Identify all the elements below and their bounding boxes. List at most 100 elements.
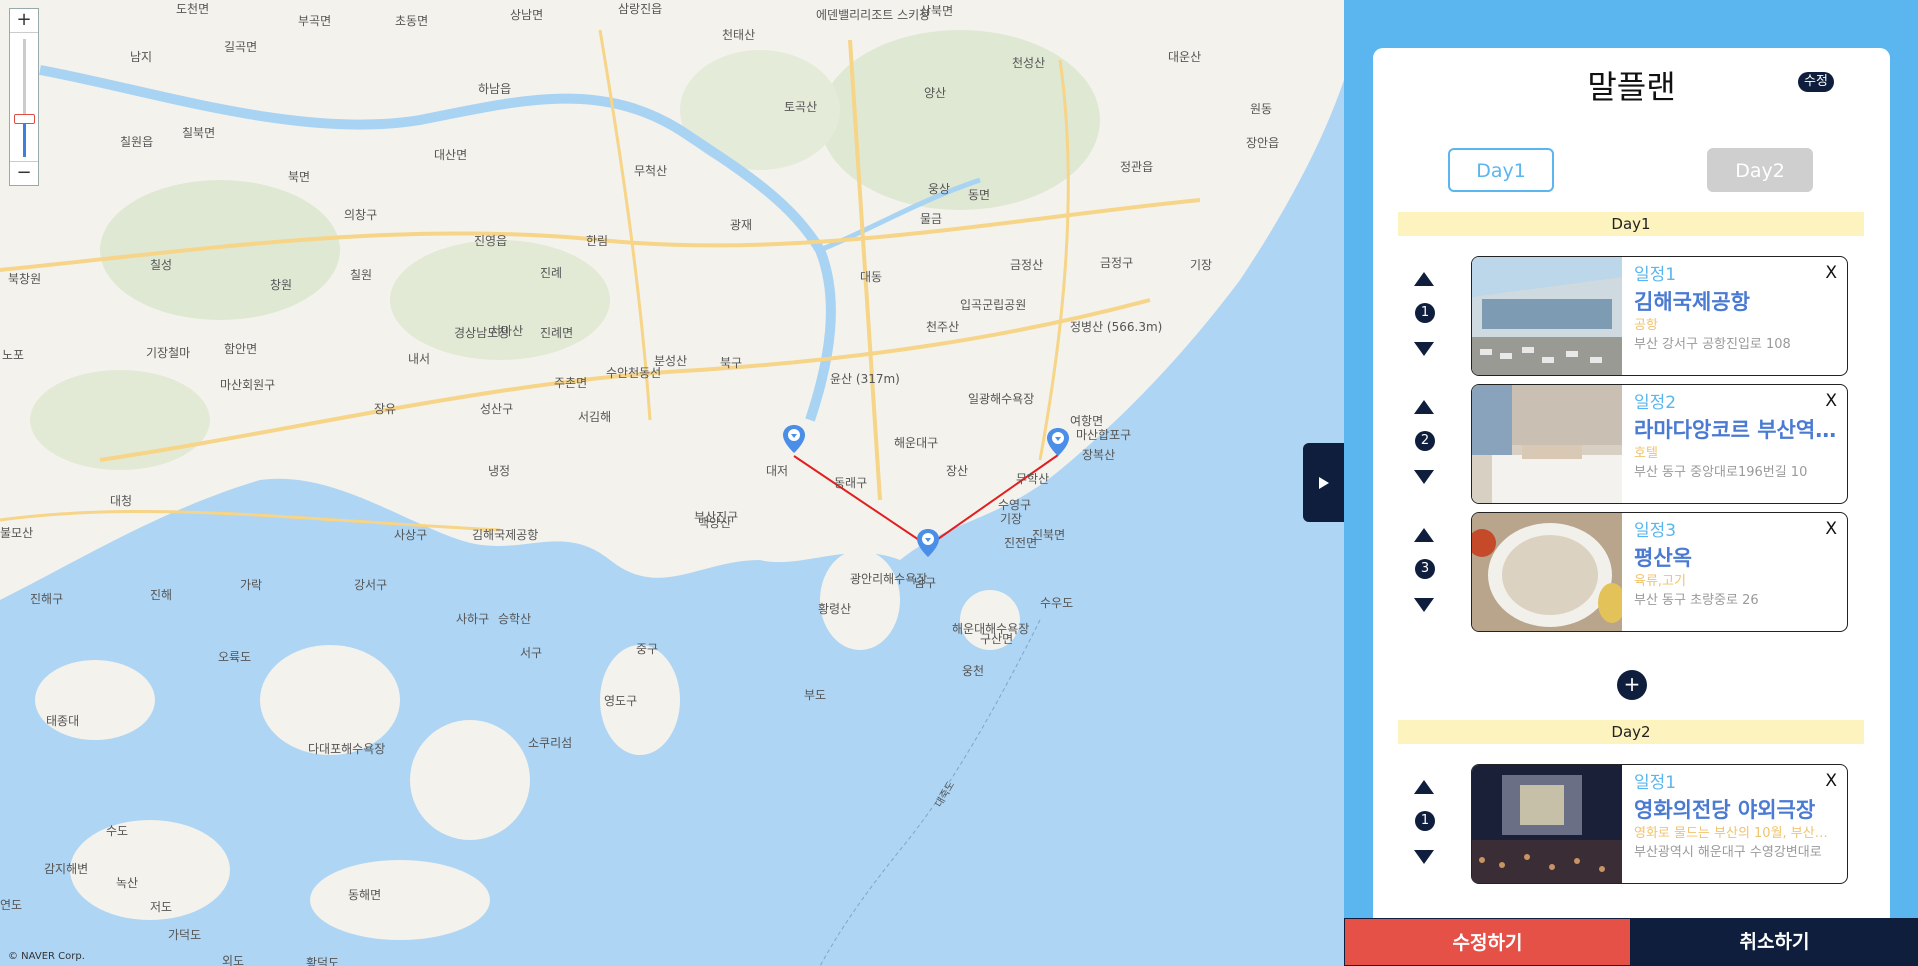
map-label: 정병산 (566.3m): [1070, 320, 1163, 334]
order-number: 2: [1415, 431, 1435, 451]
zoom-in-button[interactable]: +: [10, 9, 38, 33]
map-label: 광재: [730, 218, 753, 232]
map-label: 오륙도: [218, 650, 252, 664]
schedule-item: 1 일정1 영화의전당 야외극장 영화로 물드는 부산의 10월, 부산국제영화…: [1373, 764, 1890, 884]
zoom-slider-handle[interactable]: [14, 114, 35, 125]
tab-day1[interactable]: Day1: [1448, 148, 1554, 192]
map-copyright: © NAVER Corp.: [8, 951, 85, 962]
map-label: 수안천동선: [606, 366, 662, 380]
panel-toggle-button[interactable]: [1303, 443, 1344, 522]
play-icon: [1318, 476, 1329, 489]
map-label: 토곡산: [784, 100, 818, 114]
place-thumbnail: [1472, 765, 1622, 883]
move-up-icon[interactable]: [1414, 400, 1434, 414]
map-label: 감지해변: [44, 862, 89, 876]
map-label: 입곡군립공원: [960, 298, 1027, 312]
delete-button[interactable]: X: [1825, 519, 1837, 539]
map-label: 대저: [766, 464, 789, 478]
map-label: 기장: [1000, 512, 1023, 526]
map-label: 영도구: [604, 694, 638, 708]
edit-badge[interactable]: 수정: [1798, 72, 1834, 92]
schedule-card[interactable]: 일정1 김해국제공항 공항 부산 강서구 공항진입로 108 X: [1471, 256, 1848, 376]
save-edit-button[interactable]: 수정하기: [1344, 918, 1631, 966]
map-label: 무학산: [1016, 472, 1050, 486]
map-label: 대운산: [1168, 50, 1202, 64]
map-label: 물금: [920, 212, 943, 226]
map-label: 불모산: [0, 526, 34, 540]
map-base: [0, 29, 1344, 966]
place-thumbnail: [1472, 513, 1622, 631]
map-label: 동면: [968, 188, 991, 202]
delete-button[interactable]: X: [1825, 391, 1837, 411]
map-label: 사하구: [456, 612, 490, 626]
schedule-card[interactable]: 일정2 라마다앙코르 부산역 호텔 호텔 부산 동구 중앙대로196번길 10 …: [1471, 384, 1848, 504]
map-label: 녹산: [116, 876, 139, 890]
add-schedule-button[interactable]: +: [1617, 670, 1647, 700]
map-label: 정관읍: [1120, 160, 1154, 174]
map-label: 천주산: [926, 320, 960, 334]
place-name: 평산옥: [1634, 546, 1692, 570]
move-up-icon[interactable]: [1414, 272, 1434, 286]
map-label: 금정구: [1100, 256, 1134, 270]
map-marker-icon[interactable]: [917, 529, 939, 557]
schedule-order: 일정3: [1634, 521, 1677, 541]
place-name: 김해국제공항: [1634, 290, 1750, 314]
map-label: 마산회원구: [220, 378, 276, 392]
delete-button[interactable]: X: [1825, 771, 1837, 791]
map-marker-icon[interactable]: [783, 425, 805, 453]
map-label: 노포: [2, 348, 25, 362]
place-address: 부산 강서구 공항진입로 108: [1634, 337, 1791, 352]
schedule-card[interactable]: 일정3 평산옥 육류,고기 부산 동구 초량중로 26 X: [1471, 512, 1848, 632]
map-label: 장복산: [1082, 448, 1116, 462]
map-label: 장유: [374, 402, 397, 416]
move-down-icon[interactable]: [1414, 470, 1434, 484]
map-label: 무척산: [634, 164, 668, 178]
map-label: 양산: [924, 86, 947, 100]
schedule-item: 2 일정2 라마다앙코르 부산역 호텔 호텔 부산 동구 중앙대로196번길 1…: [1373, 384, 1890, 504]
map-label: 북면: [288, 170, 311, 184]
map-label: 구산면: [980, 632, 1014, 646]
map-label: 창원: [270, 278, 293, 292]
map-label: 동해면: [348, 888, 382, 902]
move-up-icon[interactable]: [1414, 528, 1434, 542]
map-label: 수우도: [1040, 596, 1074, 610]
order-number: 3: [1415, 559, 1435, 579]
move-up-icon[interactable]: [1414, 780, 1434, 794]
map-label: 도천면: [176, 2, 210, 16]
schedule-order: 일정2: [1634, 393, 1677, 413]
move-down-icon[interactable]: [1414, 342, 1434, 356]
move-down-icon[interactable]: [1414, 598, 1434, 612]
move-down-icon[interactable]: [1414, 850, 1434, 864]
map-label: 기장: [1190, 258, 1213, 272]
schedule-item: 3 일정3 평산옥 육류,고기 부산 동구 초량중로 26 X: [1373, 512, 1890, 632]
map-label: 태종대: [46, 714, 80, 728]
delete-button[interactable]: X: [1825, 263, 1837, 283]
map-label: 장산: [946, 464, 969, 478]
map-view[interactable]: 도천면 부곡면 초동면 상남면 삼랑진읍 에덴밸리리조트 스키장 상북면 길곡면…: [0, 0, 1344, 966]
map-label: 한림: [586, 234, 609, 248]
map-label: 대동: [860, 270, 883, 284]
map-label: 금정산: [1010, 258, 1044, 272]
map-label: 승학산: [498, 612, 532, 626]
schedule-card[interactable]: 일정1 영화의전당 야외극장 영화로 물드는 부산의 10월, 부산국제영화제 …: [1471, 764, 1848, 884]
map-label: 부도: [804, 688, 827, 702]
map-marker-icon[interactable]: [1047, 428, 1069, 456]
map-label: 칠북면: [182, 126, 216, 140]
place-thumbnail: [1472, 257, 1622, 375]
tab-day2[interactable]: Day2: [1707, 148, 1813, 192]
map-label: 가덕도: [168, 928, 202, 942]
map-label: 수도: [106, 824, 129, 838]
map-label: 강서구: [354, 578, 388, 592]
place-name: 라마다앙코르 부산역 호텔: [1634, 418, 1839, 442]
place-category: 공항: [1634, 318, 1658, 333]
map-label: 저도: [150, 900, 173, 914]
cancel-button[interactable]: 취소하기: [1631, 918, 1918, 966]
map-label: 연도: [0, 898, 23, 912]
day2-header: Day2: [1398, 720, 1864, 744]
place-category: 육류,고기: [1634, 574, 1686, 589]
plan-card: 말플랜 수정 Day1 Day2 Day1 1 일정1 김해국제공항 공항 부산…: [1373, 48, 1890, 918]
map-label: 윤산 (317m): [830, 372, 900, 386]
zoom-out-button[interactable]: −: [10, 161, 38, 185]
map-label: 해운대구: [894, 436, 939, 450]
map-label: 진례면: [540, 326, 574, 340]
